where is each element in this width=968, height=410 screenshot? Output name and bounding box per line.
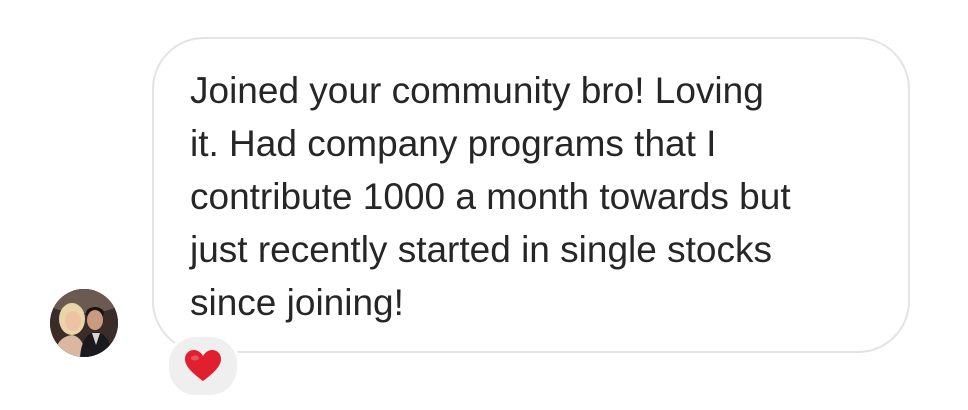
message-line: just recently started in single stocks [190,229,772,270]
message-line: it. Had company programs that I [190,123,717,164]
profile-photo-icon [50,289,118,357]
message-line: contribute 1000 a month towards but [190,176,791,217]
red-heart-icon [185,350,221,381]
sender-avatar[interactable] [50,289,118,357]
message-text: Joined your community bro! Loving it. Ha… [190,64,890,329]
message-line: Joined your community bro! Loving [190,70,764,111]
reaction-badge[interactable] [166,334,240,398]
dm-thread: Joined your community bro! Loving it. Ha… [0,0,968,410]
message-line: since joining! [190,282,404,323]
